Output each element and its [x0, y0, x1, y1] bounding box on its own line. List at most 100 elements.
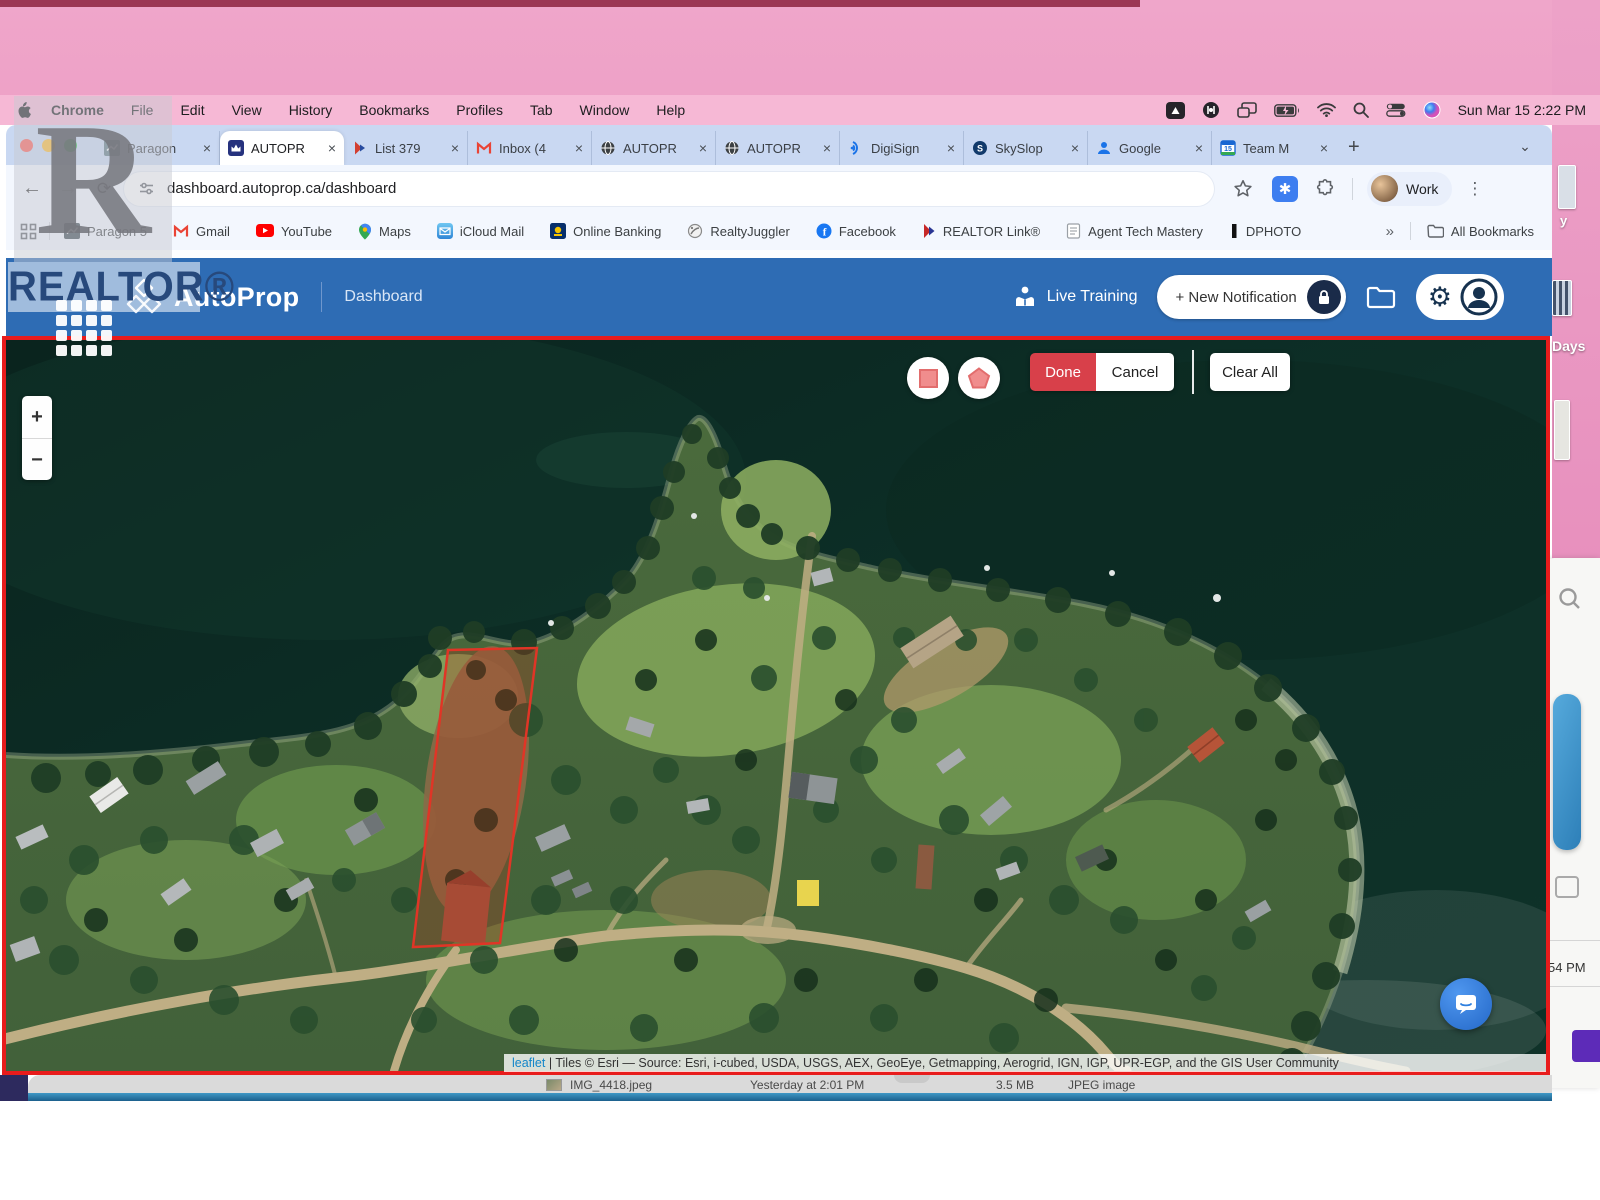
desktop-icon[interactable] [1552, 280, 1572, 316]
done-button[interactable]: Done [1030, 353, 1096, 391]
kebab-menu-icon[interactable]: ⋮ [1466, 179, 1483, 199]
tab-search-chevron-icon[interactable]: ⌄ [1512, 133, 1538, 159]
tab-autoprop-3[interactable]: AUTOPR× [716, 131, 840, 165]
bookmarks-bar: Paragon 5 Gmail YouTube Maps iCloud Mail… [6, 212, 1552, 250]
paragon-favicon [64, 223, 80, 239]
profile-chip[interactable]: Work [1367, 172, 1452, 206]
clear-all-button[interactable]: Clear All [1210, 353, 1290, 391]
siri-icon[interactable] [1423, 101, 1441, 119]
tab-inbox[interactable]: Inbox (4× [468, 131, 592, 165]
search-icon [1557, 586, 1583, 612]
map-container[interactable]: + − Done Cancel Clear All leaflet | Tile… [2, 336, 1550, 1075]
close-tab-icon[interactable]: × [1071, 140, 1079, 156]
live-training-link[interactable]: Live Training [1012, 284, 1138, 310]
new-notification-button[interactable]: + New Notification [1157, 275, 1345, 319]
extensions-puzzle-icon[interactable] [1314, 178, 1336, 200]
bookmark-online-banking[interactable]: Online Banking [550, 223, 661, 239]
close-tab-icon[interactable]: × [203, 140, 211, 156]
menu-item-bookmarks[interactable]: Bookmarks [359, 102, 429, 118]
menubar-app-icon[interactable] [1202, 101, 1220, 119]
menu-item-help[interactable]: Help [656, 102, 685, 118]
close-window-button[interactable] [20, 139, 33, 152]
reload-button[interactable]: ⟳ [86, 179, 122, 199]
close-tab-icon[interactable]: × [947, 140, 955, 156]
menu-item-history[interactable]: History [289, 102, 333, 118]
menu-item-window[interactable]: Window [580, 102, 630, 118]
bookmark-realtyjuggler[interactable]: RealtyJuggler [687, 223, 790, 239]
bookmark-paragon5[interactable]: Paragon 5 [64, 223, 147, 239]
menu-item-edit[interactable]: Edit [180, 102, 204, 118]
menu-item-file[interactable]: File [131, 102, 154, 118]
account-avatar-icon[interactable] [1460, 278, 1498, 316]
address-bar[interactable]: dashboard.autoprop.ca/dashboard [124, 172, 1214, 206]
spotlight-search-icon[interactable] [1353, 102, 1369, 118]
extension-snowflake-icon[interactable]: ✱ [1272, 176, 1298, 202]
bookmark-facebook[interactable]: f Facebook [816, 223, 896, 239]
icloud-mail-icon [437, 223, 453, 239]
close-tab-icon[interactable]: × [575, 140, 583, 156]
brand-name[interactable]: AutoProp [174, 282, 299, 313]
cancel-button[interactable]: Cancel [1096, 353, 1174, 391]
close-tab-icon[interactable]: × [1320, 140, 1328, 156]
draw-polygon-tool[interactable] [958, 357, 1000, 399]
url-text[interactable]: dashboard.autoprop.ca/dashboard [167, 180, 396, 197]
draw-rectangle-tool[interactable] [907, 357, 949, 399]
screen-mirroring-icon[interactable] [1237, 102, 1257, 118]
bookmark-dphoto[interactable]: DPHOTO [1229, 223, 1301, 239]
satellite-map[interactable] [6, 340, 1546, 1071]
minimize-window-button[interactable] [42, 139, 55, 152]
tab-paragon[interactable]: Paragon× [96, 131, 220, 165]
tab-list379[interactable]: List 379× [344, 131, 468, 165]
tab-team[interactable]: 15 Team M× [1212, 131, 1336, 165]
zoom-in-button[interactable]: + [22, 396, 52, 439]
divider [321, 282, 322, 312]
bookmark-star-icon[interactable] [1232, 178, 1254, 200]
chat-icon [1454, 993, 1478, 1015]
forward-button[interactable]: → [50, 177, 86, 200]
gear-icon[interactable]: ⚙ [1428, 284, 1452, 311]
apps-grid-icon[interactable] [20, 223, 37, 240]
menubar-clock[interactable]: Sun Mar 15 2:22 PM [1458, 102, 1586, 118]
avatar [1371, 175, 1398, 202]
bookmark-gmail[interactable]: Gmail [173, 223, 230, 239]
tab-google[interactable]: Google× [1088, 131, 1212, 165]
leaflet-link[interactable]: leaflet [512, 1056, 545, 1070]
menu-item-tab[interactable]: Tab [530, 102, 553, 118]
facebook-icon: f [816, 223, 832, 239]
back-button[interactable]: ← [14, 177, 50, 200]
tab-skyslope[interactable]: S SkySlop× [964, 131, 1088, 165]
nav-dashboard-link[interactable]: Dashboard [344, 288, 422, 306]
bookmark-realtor-link[interactable]: REALTOR Link® [922, 223, 1040, 239]
bookmark-maps[interactable]: Maps [358, 223, 411, 240]
all-bookmarks-button[interactable]: All Bookmarks [1427, 224, 1534, 239]
close-tab-icon[interactable]: × [451, 140, 459, 156]
desktop-icon[interactable] [1558, 165, 1576, 209]
close-tab-icon[interactable]: × [1195, 140, 1203, 156]
desktop-icon[interactable] [1554, 400, 1570, 460]
control-center-icon[interactable] [1386, 103, 1406, 117]
tab-digisign[interactable]: DigiSign× [840, 131, 964, 165]
wifi-icon[interactable] [1317, 103, 1336, 117]
zoom-window-button[interactable] [64, 139, 77, 152]
close-tab-icon[interactable]: × [823, 140, 831, 156]
bookmark-agent-tech-mastery[interactable]: Agent Tech Mastery [1066, 223, 1203, 239]
zoom-out-button[interactable]: − [22, 439, 52, 480]
file-name[interactable]: IMG_4418.jpeg [570, 1078, 652, 1092]
tab-autoprop-active[interactable]: AUTOPR× [220, 131, 344, 165]
record-status-icon[interactable] [1166, 102, 1185, 119]
bookmarks-overflow-chevrons[interactable]: » [1386, 223, 1394, 240]
menu-item-profiles[interactable]: Profiles [456, 102, 503, 118]
chat-widget-button[interactable] [1440, 978, 1492, 1030]
menu-item-chrome[interactable]: Chrome [51, 102, 104, 118]
tab-autoprop-2[interactable]: AUTOPR× [592, 131, 716, 165]
bookmark-youtube[interactable]: YouTube [256, 224, 332, 239]
close-tab-icon[interactable]: × [699, 140, 707, 156]
menu-item-view[interactable]: View [232, 102, 262, 118]
new-tab-button[interactable]: + [1348, 136, 1360, 159]
apple-menu-icon[interactable] [16, 102, 31, 119]
close-tab-icon[interactable]: × [328, 140, 336, 156]
bookmark-icloud-mail[interactable]: iCloud Mail [437, 223, 524, 239]
maps-pin-icon [358, 223, 372, 240]
folder-button-icon[interactable] [1366, 285, 1396, 309]
site-settings-icon[interactable] [138, 180, 155, 197]
